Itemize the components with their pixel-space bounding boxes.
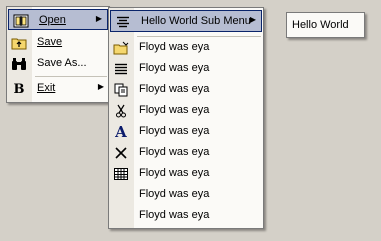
menu-item-floyd-4[interactable]: Floyd was eya xyxy=(109,100,263,121)
menu-item-label: Floyd was eya xyxy=(139,104,210,116)
menu-item-floyd-2[interactable]: Floyd was eya xyxy=(109,58,263,79)
menu-item-save[interactable]: Save xyxy=(7,32,109,53)
menu-item-floyd-1[interactable]: Floyd was eya xyxy=(109,37,263,58)
align-lines-icon xyxy=(115,14,131,30)
menu-item-floyd-8[interactable]: Floyd was eya xyxy=(109,184,263,205)
submenu-open: Hello World Sub Menu ▶ Floyd was eya Flo… xyxy=(108,7,264,229)
menu-item-save-as[interactable]: Save As... xyxy=(7,53,109,74)
main-menu: Open ▶ Save Save As... B Exit ▶ xyxy=(6,6,110,103)
menu-item-label: Floyd was eya xyxy=(139,41,210,53)
open-folder-icon xyxy=(113,40,129,56)
delete-x-icon xyxy=(113,145,129,161)
menu-item-label: Floyd was eya xyxy=(139,146,210,158)
folder-book-icon xyxy=(13,13,29,29)
menu-item-hello-world[interactable]: Hello World xyxy=(287,15,364,35)
copy-icon xyxy=(113,82,129,98)
menu-item-exit[interactable]: B Exit ▶ xyxy=(7,78,109,99)
scissors-icon xyxy=(113,103,129,119)
menu-item-label: Hello World Sub Menu xyxy=(141,15,251,27)
folder-up-icon xyxy=(11,35,27,51)
table-grid-icon xyxy=(113,166,129,182)
font-a-icon: A xyxy=(115,123,127,141)
menu-item-label: Floyd was eya xyxy=(139,209,210,221)
menu-item-floyd-5[interactable]: A Floyd was eya xyxy=(109,121,263,142)
menu-item-floyd-7[interactable]: Floyd was eya xyxy=(109,163,263,184)
menu-item-label: Floyd was eya xyxy=(139,62,210,74)
list-lines-icon xyxy=(113,61,129,77)
submenu-arrow-icon: ▶ xyxy=(95,14,102,23)
menu-item-label: Save As... xyxy=(37,57,87,69)
menu-item-label: Floyd was eya xyxy=(139,188,210,200)
menu-item-label: Floyd was eya xyxy=(139,167,210,179)
menu-separator xyxy=(35,76,107,77)
menu-item-label: Floyd was eya xyxy=(139,83,210,95)
menu-item-label: Save xyxy=(37,36,63,48)
submenu-arrow-icon: ▶ xyxy=(97,82,104,91)
menu-item-label: Hello World xyxy=(292,19,349,31)
menu-item-open[interactable]: Open ▶ xyxy=(8,9,108,30)
menu-item-label: Exit xyxy=(37,82,56,94)
bold-b-icon: B xyxy=(13,81,25,97)
menu-item-hello-world-sub-menu[interactable]: Hello World Sub Menu ▶ xyxy=(110,10,262,32)
menu-item-label: Open xyxy=(39,14,66,26)
menu-item-label: Floyd was eya xyxy=(139,125,210,137)
menu-item-floyd-6[interactable]: Floyd was eya xyxy=(109,142,263,163)
menu-item-floyd-3[interactable]: Floyd was eya xyxy=(109,79,263,100)
submenu-hello-world: Hello World xyxy=(286,12,365,38)
binoculars-icon xyxy=(11,56,27,72)
submenu-arrow-icon: ▶ xyxy=(249,15,256,24)
menu-item-floyd-9[interactable]: Floyd was eya xyxy=(109,205,263,226)
